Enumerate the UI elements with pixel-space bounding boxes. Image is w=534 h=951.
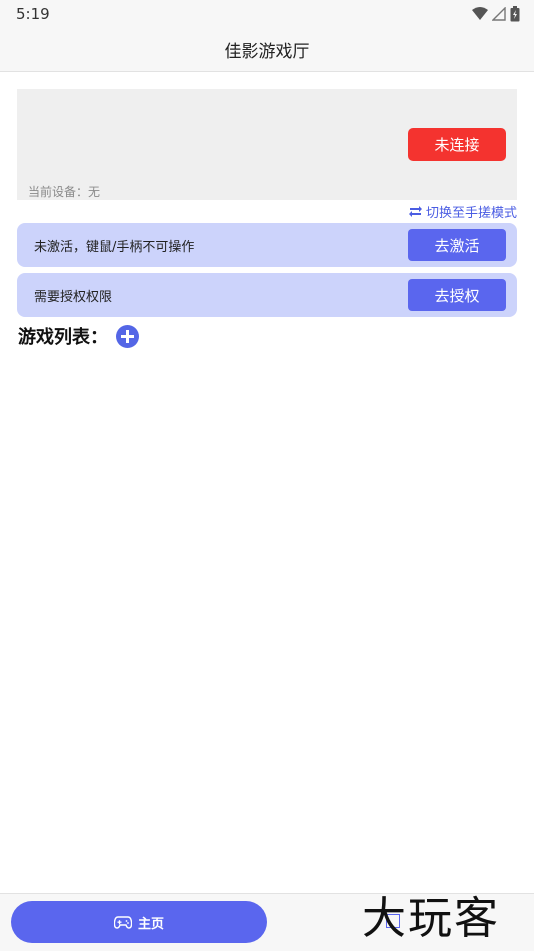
add-game-button[interactable] (116, 324, 139, 348)
switch-mode-link[interactable]: 切换至手搓模式 (408, 202, 517, 221)
signal-icon (492, 7, 506, 21)
game-list-title: 游戏列表： (18, 327, 108, 348)
watermark-logo: 大玩客 (362, 893, 500, 944)
wifi-icon (472, 7, 488, 20)
current-device-label: 当前设备：无 (28, 185, 101, 199)
permission-banner: 需要授权权限 去授权 (17, 273, 517, 317)
nav-home-tab[interactable]: 主页 (11, 901, 267, 943)
page-title: 佳影游戏厅 (224, 42, 310, 62)
swap-icon (408, 206, 422, 217)
plus-circle-icon (121, 329, 134, 343)
game-list-header: 游戏列表： (18, 323, 139, 349)
switch-mode-label: 切换至手搓模式 (425, 206, 517, 221)
activate-button[interactable]: 去激活 (408, 229, 506, 261)
authorize-button[interactable]: 去授权 (408, 279, 506, 311)
activation-banner: 未激活，键鼠/手柄不可操作 去激活 (17, 223, 517, 267)
gamepad-icon (113, 915, 132, 929)
battery-icon (510, 6, 520, 22)
activation-banner-text: 未激活，键鼠/手柄不可操作 (34, 240, 195, 255)
status-icons (472, 6, 520, 22)
device-panel: 未连接 当前设备：无 (17, 89, 517, 200)
connection-status-button[interactable]: 未连接 (408, 128, 506, 161)
status-bar: 5:19 (0, 0, 534, 28)
app-header: 佳影游戏厅 (0, 28, 534, 72)
status-time: 5:19 (16, 5, 50, 23)
nav-home-label: 主页 (137, 916, 164, 932)
permission-banner-text: 需要授权权限 (34, 290, 113, 305)
